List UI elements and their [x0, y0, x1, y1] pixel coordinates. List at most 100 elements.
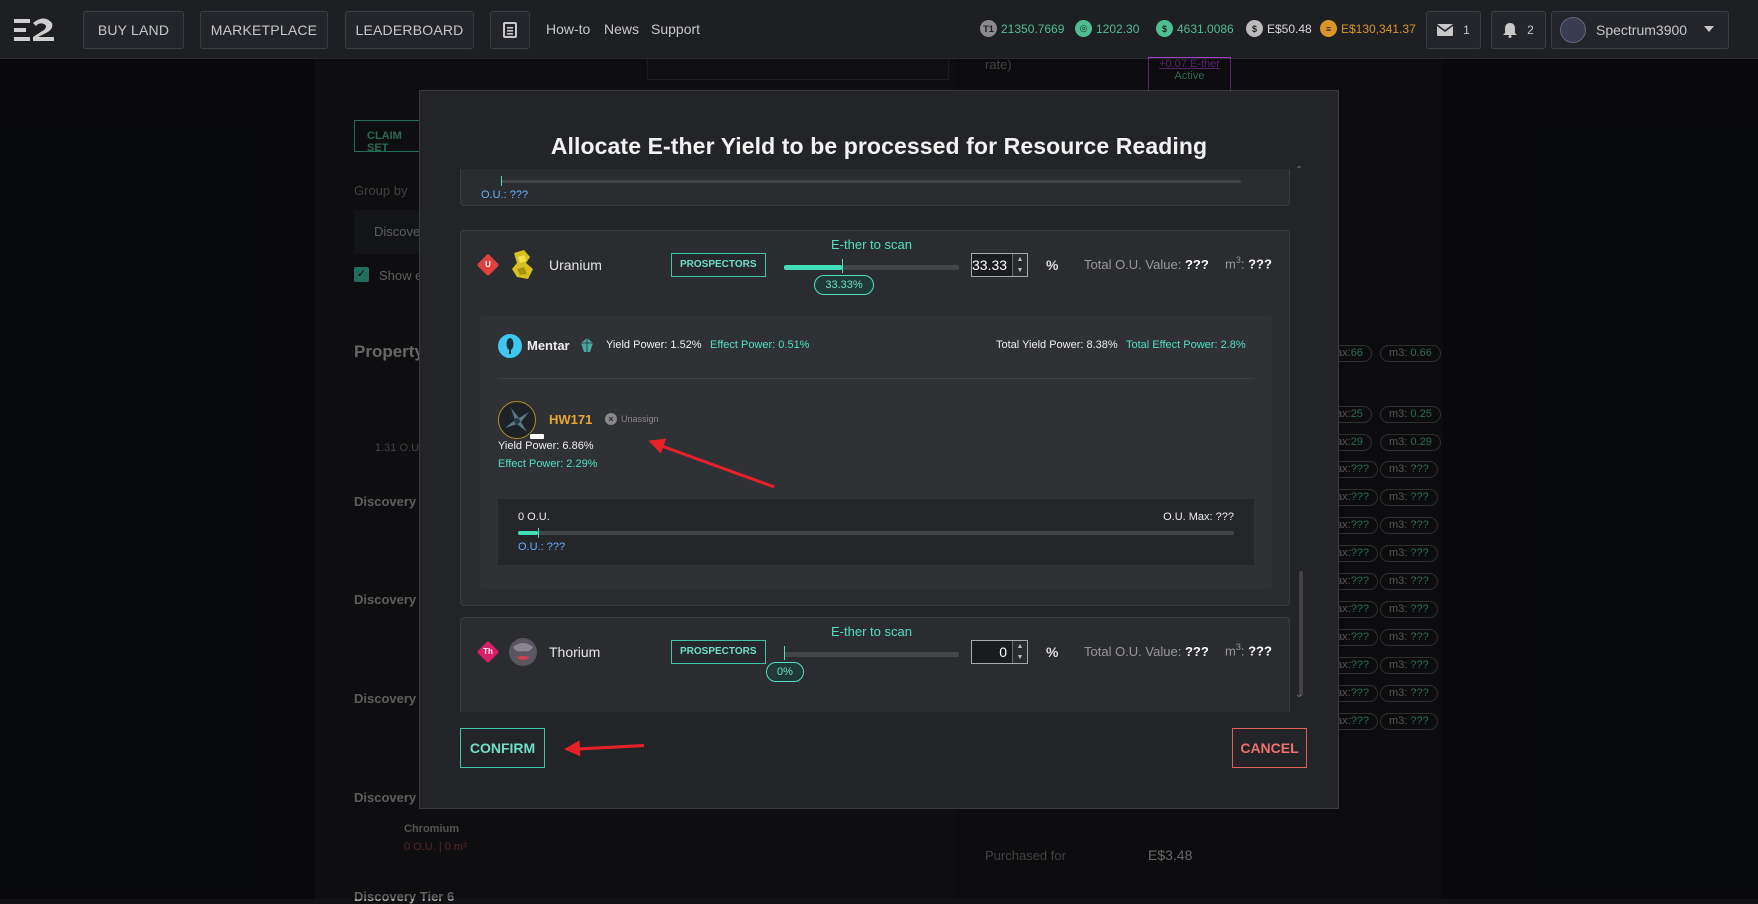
uranium-card: U Uranium PROSPECTORS E-ther to scan 33.…	[460, 230, 1290, 606]
username: Spectrum3900	[1596, 22, 1688, 38]
confirm-button[interactable]: CONFIRM	[460, 728, 545, 768]
t1-token-icon: T1	[980, 20, 997, 37]
unassign-label: Unassign	[621, 414, 659, 424]
modal-title: Allocate E-ther Yield to be processed fo…	[550, 133, 1208, 159]
prospector-ou-left: 0 O.U.	[518, 511, 550, 523]
marketplace-button[interactable]: MARKETPLACE	[200, 11, 328, 49]
thorium-total-ou: Total O.U. Value: ???	[1084, 644, 1209, 659]
thorium-m3-sup: 3	[1235, 642, 1241, 652]
user-menu[interactable]: Spectrum3900	[1551, 11, 1729, 49]
notes-button[interactable]	[490, 11, 530, 49]
uranium-slider-thumb[interactable]	[842, 259, 844, 273]
uranium-percent-badge: 33.33%	[814, 275, 874, 295]
prospector-yield-power: Yield Power: 6.86%	[498, 440, 594, 452]
top-navigation-bar: BUY LAND MARKETPLACE LEADERBOARD How-to …	[0, 0, 1758, 59]
prospector-ou-current: O.U.: ???	[518, 541, 566, 553]
uranium-name: Uranium	[549, 257, 602, 273]
uranium-scan-slider[interactable]	[784, 265, 959, 270]
previous-ou-current: O.U.: ???	[481, 189, 529, 201]
modal-scrollbar[interactable]	[1299, 571, 1303, 696]
battery-icon	[529, 433, 545, 440]
support-link[interactable]: Support	[651, 21, 700, 37]
e2-logo-icon[interactable]	[14, 16, 56, 44]
thorium-ore-icon	[509, 638, 537, 666]
thorium-m3: m3: ???	[1225, 642, 1272, 659]
news-link[interactable]: News	[604, 21, 639, 37]
thorium-prospectors-button[interactable]: PROSPECTORS	[671, 640, 766, 664]
stat-g-value: 1202.30	[1096, 21, 1140, 36]
stepper-up-icon[interactable]: ▲	[1013, 641, 1027, 652]
buy-land-button[interactable]: BUY LAND	[83, 11, 184, 49]
stepper-up-icon[interactable]: ▲	[1013, 254, 1027, 265]
chevron-down-icon	[1704, 26, 1714, 32]
mentar-panel: Mentar Yield Power: 1.52% Effect Power: …	[480, 316, 1272, 589]
prospector-ou-track	[518, 531, 1234, 535]
stat-e-value: E$50.48	[1267, 21, 1312, 36]
thorium-scan-slider[interactable]	[784, 652, 959, 657]
mentar-name: Mentar	[527, 338, 570, 353]
cancel-button[interactable]: CANCEL	[1232, 728, 1307, 768]
crystal-icon	[581, 338, 593, 352]
uranium-m3-label: m	[1225, 256, 1236, 272]
thorium-slider-thumb[interactable]	[784, 646, 785, 660]
stat-g: ◎ 1202.30	[1075, 20, 1139, 37]
notifications-button[interactable]: 2	[1491, 11, 1546, 49]
tier-badge-icon: U	[476, 253, 500, 277]
mentar-effect-power: Effect Power: 0.51%	[710, 339, 810, 351]
unassign-button[interactable]: × Unassign	[605, 413, 659, 425]
resource-scroll-area[interactable]: O.U.: ??? U Uranium PROSPECTORS E-ther t…	[460, 169, 1310, 712]
thorium-scan-label: E-ther to scan	[831, 624, 912, 639]
uranium-percent-sign: %	[1046, 257, 1059, 273]
thorium-percent-badge: 0%	[766, 662, 804, 682]
essence-token-icon: ◎	[1075, 20, 1092, 37]
uranium-percent-input[interactable]: 33.33 ▲ ▼	[971, 253, 1028, 277]
messages-button[interactable]: 1	[1426, 11, 1481, 49]
leaderboard-button[interactable]: LEADERBOARD	[345, 11, 474, 49]
stepper-down-icon[interactable]: ▼	[1013, 265, 1027, 276]
thorium-name: Thorium	[549, 644, 601, 660]
mail-icon	[1437, 24, 1454, 36]
bell-icon	[1503, 23, 1518, 38]
prospector-avatar	[498, 401, 545, 440]
uranium-percent-stepper[interactable]: ▲ ▼	[1012, 254, 1027, 276]
uranium-m3: m3: ???	[1225, 255, 1272, 272]
allocate-modal: Allocate E-ther Yield to be processed fo…	[419, 90, 1339, 809]
uranium-m3-sup: 3	[1235, 255, 1241, 265]
avatar	[1560, 17, 1586, 43]
thorium-percent-sign: %	[1046, 644, 1059, 660]
prospector-ou-max: O.U. Max: ???	[1163, 511, 1234, 523]
uranium-percent-value: 33.33	[972, 257, 1008, 273]
uranium-m3-value: ???	[1248, 256, 1272, 272]
stepper-down-icon[interactable]: ▼	[1013, 652, 1027, 663]
stat-t1: T1 21350.7669	[980, 20, 1064, 37]
mentar-divider	[498, 378, 1254, 379]
uranium-total-ou-value: ???	[1184, 257, 1209, 272]
uranium-ore-icon	[512, 250, 533, 279]
thorium-percent-input[interactable]: 0 ▲ ▼	[971, 640, 1028, 664]
ether-token-icon: $	[1156, 20, 1173, 37]
uranium-prospectors-button[interactable]: PROSPECTORS	[671, 253, 766, 277]
thorium-card: Th Thorium PROSPECTORS E-ther to scan 0%…	[460, 617, 1290, 712]
uranium-total-ou: Total O.U. Value: ???	[1084, 257, 1209, 272]
stat-s: $4631.0086	[1156, 20, 1234, 37]
close-icon: ×	[605, 413, 617, 425]
scroll-down-icon[interactable]: ⌄	[1295, 689, 1303, 700]
stat-b-value: E$130,341.37	[1341, 21, 1416, 36]
mentar-total-effect: Total Effect Power: 2.8%	[1126, 339, 1246, 351]
thorium-percent-value: 0	[999, 644, 1007, 660]
previous-ou-marker	[501, 176, 502, 186]
thorium-percent-stepper[interactable]: ▲ ▼	[1012, 641, 1027, 663]
stat-b: ≡ E$130,341.37	[1320, 20, 1416, 37]
tier-badge-icon: Th	[476, 640, 500, 664]
scroll-up-icon[interactable]: ⌃	[1295, 165, 1303, 176]
stat-s-value: 4631.0086	[1177, 21, 1234, 36]
uranium-scan-label: E-ther to scan	[831, 237, 912, 252]
prospector-effect-power: Effect Power: 2.29%	[498, 458, 598, 470]
mentar-icon	[498, 334, 522, 358]
howto-link[interactable]: How-to	[546, 21, 590, 37]
thorium-total-ou-value: ???	[1184, 644, 1209, 659]
notifications-count: 2	[1527, 23, 1534, 37]
messages-count: 1	[1463, 23, 1470, 37]
stat-e: $ E$50.48	[1246, 20, 1312, 37]
thorium-m3-label: m	[1225, 643, 1236, 659]
